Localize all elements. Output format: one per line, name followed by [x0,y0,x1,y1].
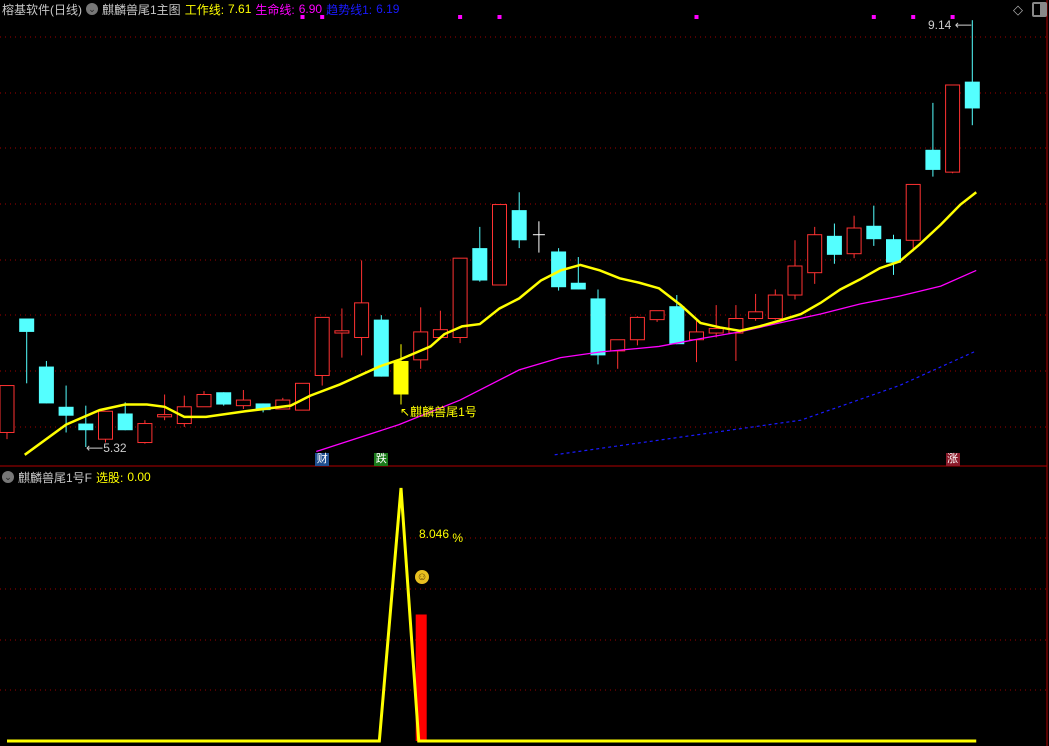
smiley-icon: ☺ [415,570,429,584]
select-label: 选股: [96,470,124,485]
candle-body [945,84,961,173]
candle-body [669,306,685,345]
select-value: 0.00 [127,470,151,484]
chevron-down-circle-icon[interactable]: ⌄ [2,471,14,483]
trend-line-label: 趋势线1: [326,2,373,17]
candle-body [964,81,980,109]
candle-body [807,234,823,274]
candle-body [886,239,901,263]
candle-body [0,385,15,433]
candle-body [235,399,251,407]
work-line-value: 7.61 [228,2,252,16]
life-line-value: 6.90 [298,2,323,16]
candle-body [413,331,429,361]
candle-body [570,282,586,290]
work-line-label: 工作线: [184,2,225,17]
marker-badge: 涨 [945,453,960,466]
candle-body [216,392,232,405]
diamond-icon[interactable]: ◇ [1013,2,1023,18]
marker-badge: 财 [315,453,330,466]
low-value: 5.32 [103,441,127,455]
sub-indicator-name[interactable]: 麒麟兽尾1号F [18,469,92,486]
low-price-label: ⟵5.32 [86,441,127,455]
candle-body [590,298,606,356]
signal-dot [911,15,916,19]
percent-value: 8.046 [419,527,450,541]
candle-body [19,318,35,332]
candle-body [767,294,783,320]
signal-text: 麒麟兽尾1号 [410,405,477,419]
signal-label: ↖麒麟兽尾1号 [400,405,477,419]
candle-body [826,235,842,255]
life-line [316,269,977,453]
candle-body [98,410,113,440]
signal-dot [694,15,699,19]
main-header: 榕基软件(日线) ⌄ 麒麟兽尾1主图 工作线: 7.61 生命线: 6.90 趋势线… [2,1,399,17]
candle-body [58,406,74,416]
signal-dot [871,15,876,19]
candle-body [629,316,645,341]
candle-body [472,248,488,281]
candle-body [748,311,764,320]
candle-body [196,393,212,408]
candle-body [610,339,626,352]
life-line-label: 生命线: [255,2,295,17]
trend-line-value: 6.19 [376,2,400,16]
candle-body [492,204,507,286]
candle-body [137,423,153,444]
candle-body [787,265,803,296]
percent-label: 8.046 % [419,527,463,545]
candle-body [157,414,173,418]
signal-dot [497,15,502,19]
candle-body [393,360,409,395]
indicator-name[interactable]: 麒麟兽尾1主图 [102,1,181,18]
candle-body [511,210,527,241]
candle-body [78,423,94,431]
candle-body [649,310,665,321]
candle-body [354,302,370,339]
window-toggle-icon[interactable] [1032,2,1047,17]
kline-chart[interactable] [0,0,1049,746]
candle-body [38,366,54,404]
candle-body [905,183,921,241]
high-value: 9.14 [928,18,952,32]
percent-sign: % [452,531,464,545]
candle-body [866,225,882,240]
candle-body [117,413,133,431]
signal-dot [458,15,463,19]
app-title: 榕基软件(日线) [2,2,82,17]
candle-body [314,316,330,376]
candle-body [925,149,941,170]
candle-body [334,330,350,334]
sub-header: ⌄ 麒麟兽尾1号F 选股: 0.00 [2,469,151,485]
candle-body [846,227,862,255]
marker-badge: 跌 [374,453,389,466]
chevron-down-circle-icon[interactable]: ⌄ [86,3,98,15]
candle-body [708,328,724,334]
high-price-label: 9.14 ⟵ [928,18,972,32]
sub-line [7,487,977,743]
